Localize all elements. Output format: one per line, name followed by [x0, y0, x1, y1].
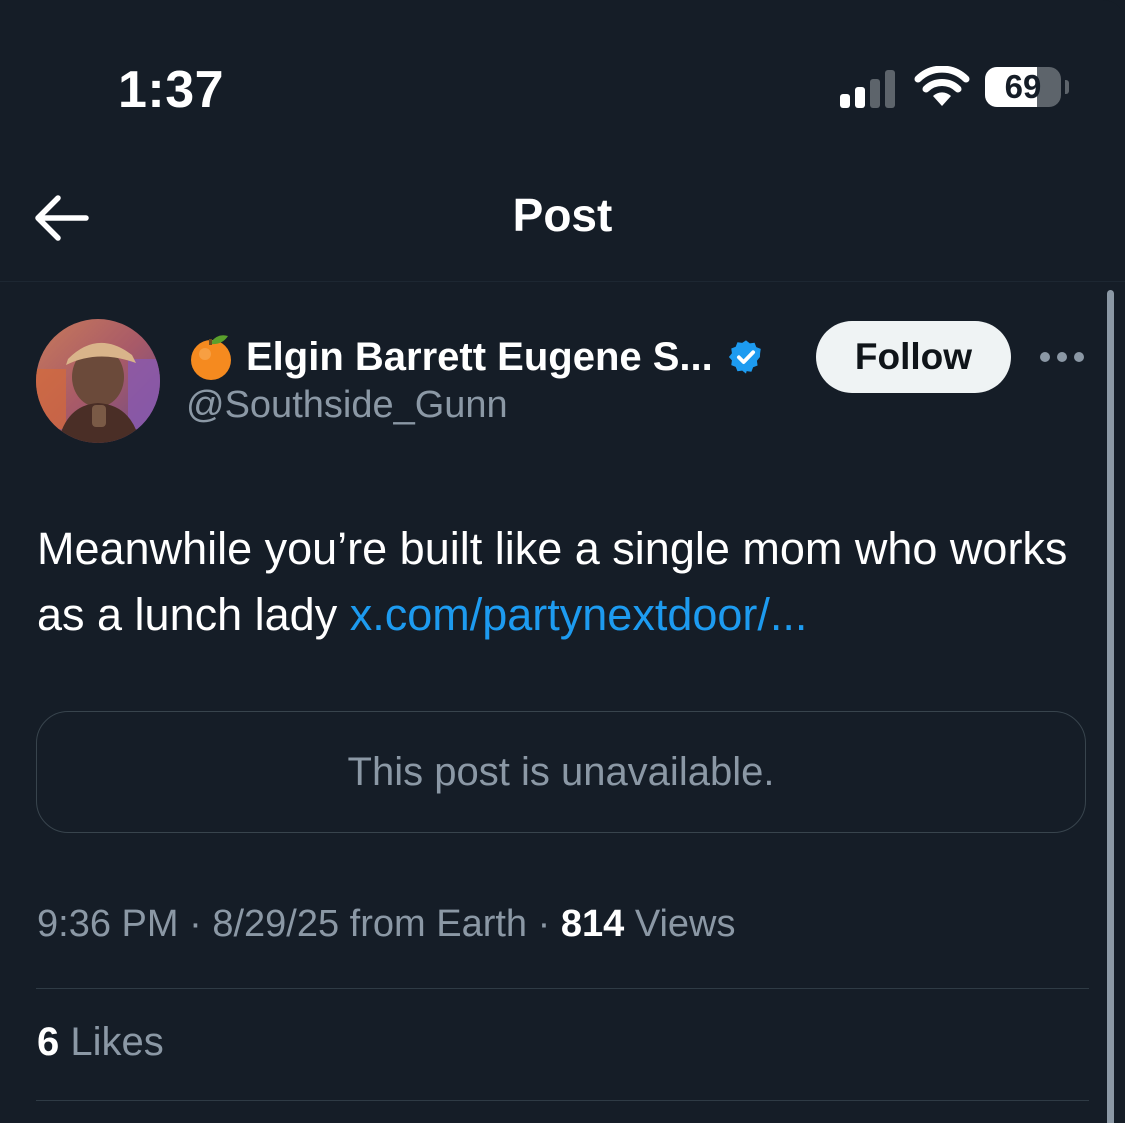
post-text: Meanwhile you’re built like a single mom…	[37, 516, 1077, 648]
post-metadata: 9:36 PM · 8/29/25 from Earth · 814 Views	[37, 903, 736, 946]
post-location: from Earth	[349, 903, 528, 945]
more-dots-icon[interactable]	[1040, 350, 1084, 364]
views-count[interactable]: 814	[561, 903, 624, 945]
meta-separator: ·	[189, 903, 202, 945]
cellular-signal-icon	[840, 70, 900, 108]
follow-button[interactable]: Follow	[816, 321, 1011, 393]
quoted-post-unavailable: This post is unavailable.	[36, 711, 1086, 833]
author-name-row[interactable]: Elgin Barrett Eugene S...	[188, 330, 765, 384]
header-divider	[0, 281, 1125, 282]
author-handle[interactable]: @Southside_Gunn	[186, 384, 508, 427]
likes-count: 6	[37, 1020, 60, 1064]
divider	[36, 988, 1089, 989]
avatar-image	[36, 319, 160, 443]
battery-cap	[1065, 80, 1069, 94]
likes-row[interactable]: 6 Likes	[37, 1020, 164, 1065]
battery-icon: 69	[985, 67, 1069, 109]
page-title: Post	[512, 189, 613, 241]
battery-percentage: 69	[1004, 68, 1042, 105]
avatar[interactable]	[36, 319, 160, 443]
post-time: 9:36 PM	[37, 903, 179, 945]
verified-badge-icon	[728, 340, 761, 374]
screen: 1:37 69 Post Elgin Barrett Eugene S... @…	[0, 0, 1125, 1123]
battery-body: 69	[985, 67, 1061, 107]
likes-label: Likes	[70, 1020, 164, 1064]
meta-separator: ·	[537, 903, 551, 945]
status-bar: 1:37 69	[0, 0, 1125, 160]
quote-unavailable-text: This post is unavailable.	[347, 750, 775, 794]
divider	[36, 1100, 1089, 1101]
post-date: 8/29/25	[212, 903, 340, 945]
wifi-icon	[914, 66, 970, 106]
author-name: Elgin Barrett Eugene S...	[246, 334, 713, 379]
nav-header: Post	[0, 160, 1125, 280]
status-time: 1:37	[118, 61, 225, 119]
scrollbar[interactable]	[1107, 290, 1114, 1123]
views-label: Views	[634, 903, 736, 945]
orange-emoji-icon	[191, 335, 231, 380]
post-link[interactable]: x.com/partynextdoor/...	[350, 589, 808, 640]
